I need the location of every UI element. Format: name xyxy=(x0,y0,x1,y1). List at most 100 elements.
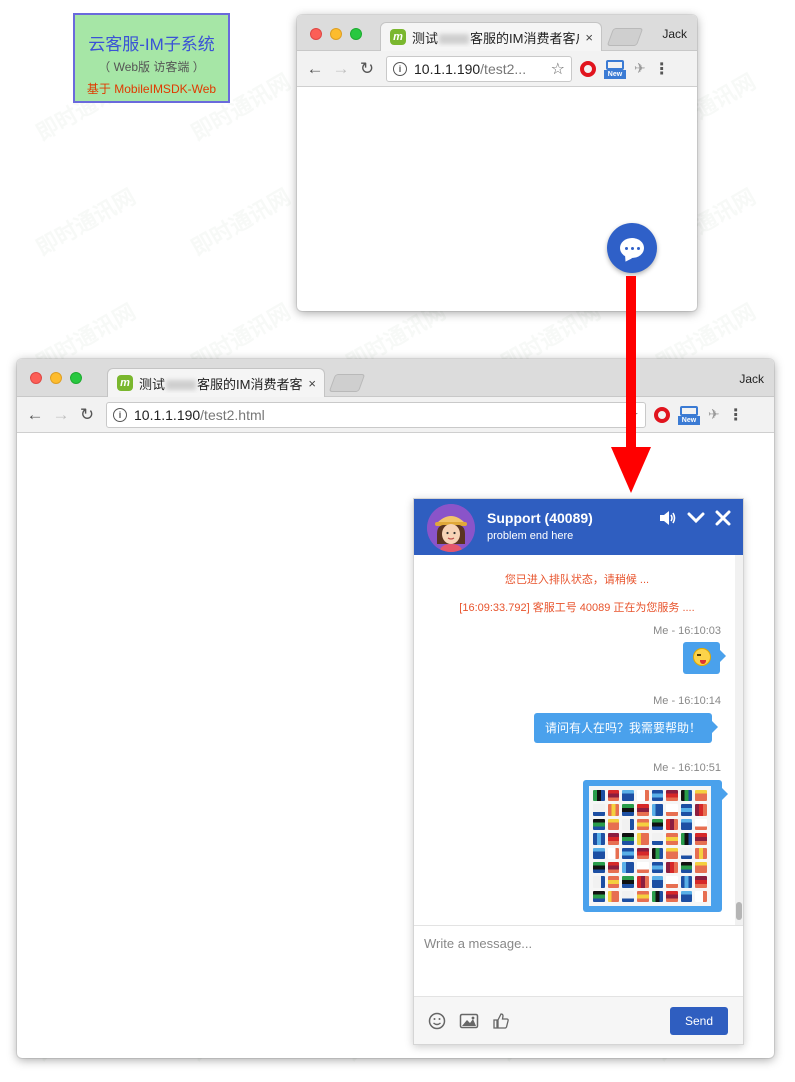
chat-scrollbar[interactable] xyxy=(735,555,743,925)
chat-footer: Send xyxy=(414,996,743,1044)
browser-tab[interactable]: m 测试客服的IM消费者客户 × xyxy=(380,22,602,51)
window-controls xyxy=(30,372,82,384)
minimize-chevron-icon[interactable] xyxy=(687,511,705,525)
flag-tile xyxy=(651,847,664,859)
flag-tile xyxy=(651,804,664,816)
flag-tile xyxy=(593,890,605,902)
reload-icon[interactable]: ↻ xyxy=(74,402,100,428)
forward-arrow-icon[interactable]: → xyxy=(328,56,354,82)
chat-bubble-icon xyxy=(620,238,644,258)
flag-tile xyxy=(695,876,707,888)
message-meta: Me - 16:10:03 xyxy=(653,625,721,637)
bookmark-star-icon[interactable]: ☆ xyxy=(551,59,565,79)
browser-menu-icon[interactable]: ⋮ xyxy=(728,405,744,425)
flag-tile xyxy=(622,861,634,874)
browser-menu-icon[interactable]: ⋮ xyxy=(654,59,670,79)
info-icon[interactable]: i xyxy=(113,407,127,422)
minimize-window-button[interactable] xyxy=(330,28,342,40)
flag-tile xyxy=(593,847,605,859)
close-window-button[interactable] xyxy=(310,28,322,40)
flag-tile xyxy=(607,861,620,874)
chat-header: Support (40089) problem end here xyxy=(414,499,743,555)
maximize-window-button[interactable] xyxy=(350,28,362,40)
chat-launcher-button[interactable] xyxy=(607,223,657,273)
flag-tile xyxy=(680,861,693,874)
flag-tile xyxy=(622,847,634,859)
browser-toolbar: ← → ↻ i 10.1.1.190/test2.html ☆ New ✈ ⋮ xyxy=(17,397,774,433)
agent-name: Support (40089) xyxy=(487,510,593,526)
opera-extension-icon[interactable] xyxy=(580,60,596,77)
info-icon[interactable]: i xyxy=(393,61,407,76)
flag-tile xyxy=(622,890,634,902)
flag-tile xyxy=(695,790,707,802)
message-input[interactable] xyxy=(414,926,743,996)
back-arrow-icon[interactable]: ← xyxy=(302,56,328,82)
new-tab-button[interactable] xyxy=(606,28,644,46)
thumbs-up-icon[interactable] xyxy=(492,1012,510,1033)
favicon-icon: m xyxy=(117,375,133,391)
browser-tab[interactable]: m 测试客服的IM消费者客户 × xyxy=(107,368,325,397)
sound-icon[interactable] xyxy=(659,510,677,526)
reload-icon[interactable]: ↻ xyxy=(354,56,380,82)
header-controls xyxy=(659,510,731,526)
flag-tile xyxy=(695,847,707,859)
tab-title: 测试客服的IM消费者客户 xyxy=(139,376,303,392)
screenshot-stage: 即时通讯网 即时通讯网 即时通讯网 即时通讯网 即时通讯网 即时通讯网 即时通讯网 即时通讯网… xyxy=(0,0,795,1082)
system-message: 您已进入排队状态，请稍候 ... xyxy=(504,574,650,586)
message-meta: Me - 16:10:14 xyxy=(653,695,721,707)
tab-close-icon[interactable]: × xyxy=(308,376,316,391)
close-chat-icon[interactable] xyxy=(715,510,731,526)
chat-message-area[interactable]: 您已进入排队状态，请稍候 ... [16:09:33.792] 客服工号 400… xyxy=(414,555,743,925)
text-message-bubble: 请问有人在吗？我需要帮助！ xyxy=(534,713,719,743)
flag-tile xyxy=(651,833,664,845)
flag-tile xyxy=(651,876,664,888)
watermark-text: 即时通讯网 xyxy=(186,183,295,261)
flags-image[interactable] xyxy=(589,786,711,906)
flag-tile xyxy=(607,833,620,845)
profile-name[interactable]: Jack xyxy=(739,372,764,386)
back-arrow-icon[interactable]: ← xyxy=(22,402,48,428)
image-upload-icon[interactable] xyxy=(459,1012,479,1033)
subsystem-title: 云客服-IM子系统 xyxy=(88,35,215,54)
close-window-button[interactable] xyxy=(30,372,42,384)
flag-tile xyxy=(636,833,649,845)
maximize-window-button[interactable] xyxy=(70,372,82,384)
flag-tile xyxy=(622,818,634,831)
plane-extension-icon[interactable]: ✈ xyxy=(708,406,720,423)
browser-toolbar: ← → ↻ i 10.1.1.190/test2... ☆ New ✈ ⋮ xyxy=(297,51,697,87)
flag-tile xyxy=(636,804,649,816)
minimize-window-button[interactable] xyxy=(50,372,62,384)
winking-face-icon xyxy=(693,648,711,666)
flag-tile xyxy=(695,804,707,816)
flag-tile xyxy=(666,818,678,831)
transition-arrow-shaft xyxy=(626,276,636,451)
image-message-bubble[interactable] xyxy=(583,780,728,912)
forward-arrow-icon[interactable]: → xyxy=(48,402,74,428)
tab-close-icon[interactable]: × xyxy=(585,30,593,45)
flag-tile xyxy=(680,847,693,859)
subsystem-subtitle: （ Web版 访客端 ） xyxy=(98,60,205,74)
flag-tile xyxy=(651,818,664,831)
address-bar[interactable]: i 10.1.1.190/test2.html ☆ xyxy=(106,401,646,428)
agent-avatar xyxy=(427,504,475,552)
address-bar[interactable]: i 10.1.1.190/test2... ☆ xyxy=(386,55,572,82)
flag-tile xyxy=(593,861,605,874)
new-extension-icon[interactable]: New xyxy=(604,59,626,79)
flag-tile xyxy=(680,804,693,816)
flag-tile xyxy=(607,876,620,888)
flag-tile xyxy=(636,818,649,831)
url-host: 10.1.1.190 xyxy=(414,60,481,77)
plane-extension-icon[interactable]: ✈ xyxy=(634,60,646,77)
profile-name[interactable]: Jack xyxy=(662,27,687,41)
new-extension-icon[interactable]: New xyxy=(678,405,700,425)
flag-tile xyxy=(607,790,620,802)
new-tab-button[interactable] xyxy=(328,374,366,392)
send-button[interactable]: Send xyxy=(670,1007,728,1035)
flag-tile xyxy=(666,790,678,802)
scrollbar-thumb[interactable] xyxy=(736,902,742,920)
opera-extension-icon[interactable] xyxy=(654,406,670,423)
system-message: [16:09:33.792] 客服工号 40089 正在为您服务 .... xyxy=(459,602,695,614)
flag-tile xyxy=(593,790,605,802)
emoji-picker-icon[interactable] xyxy=(428,1012,446,1033)
chat-panel: Support (40089) problem end here 您已进入排队状… xyxy=(413,498,744,1045)
